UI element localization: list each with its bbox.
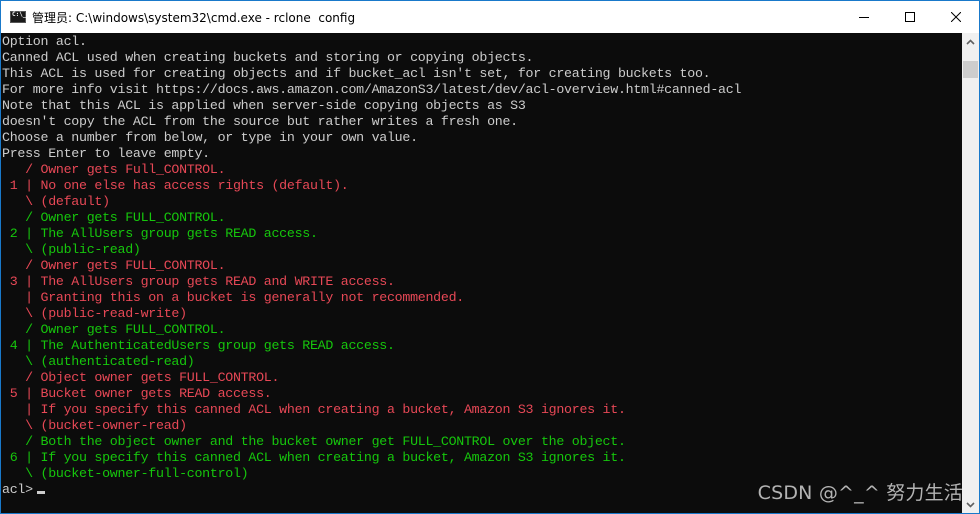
console-line: 6 | If you specify this canned ACL when … [2,450,626,465]
chevron-down-icon [966,501,975,508]
console-line: Note that this ACL is applied when serve… [2,98,526,113]
console-line: 4 | The AuthenticatedUsers group gets RE… [2,338,395,353]
window-title: 管理员: C:\windows\system32\cmd.exe - rclon… [32,10,356,25]
console-line: Choose a number from below, or type in y… [2,130,418,145]
minimize-button[interactable] [841,1,887,33]
vertical-scrollbar[interactable] [962,33,979,513]
console-line: This ACL is used for creating objects an… [2,66,711,81]
prompt-label: acl> [2,482,33,497]
console-line: \ (bucket-owner-read) [2,418,187,433]
minimize-icon [859,17,869,18]
scroll-up-button[interactable] [962,33,979,50]
window-controls [841,1,979,33]
prompt-line[interactable]: acl> [2,482,741,498]
console-line: Option acl. [2,34,87,49]
console-line: \ (default) [2,194,110,209]
console-line: / Owner gets FULL_CONTROL. [2,210,226,225]
console-line: \ (public-read) [2,242,141,257]
console-line: 2 | The AllUsers group gets READ access. [2,226,318,241]
close-icon [951,12,961,22]
console-line: / Owner gets FULL_CONTROL. [2,258,226,273]
console-line: / Owner gets Full_CONTROL. [2,162,226,177]
console-line: \ (authenticated-read) [2,354,195,369]
text-cursor [36,491,45,494]
title-bar[interactable]: 管理员: C:\windows\system32\cmd.exe - rclon… [1,1,979,33]
close-button[interactable] [933,1,979,33]
console-output[interactable]: Option acl. Canned ACL used when creating… [1,33,962,513]
csdn-watermark: CSDN @^_^ 努力生活 [757,482,963,504]
console-line: \ (public-read-write) [2,306,187,321]
cmd-app-icon [10,11,26,23]
console-lines: Option acl. Canned ACL used when creating… [2,34,741,498]
scroll-down-button[interactable] [962,496,979,513]
console-line: / Owner gets FULL_CONTROL. [2,322,226,337]
console-line: 3 | The AllUsers group gets READ and WRI… [2,274,395,289]
console-line: For more info visit https://docs.aws.ama… [2,82,742,97]
console-line: \ (bucket-owner-full-control) [2,466,249,481]
console-line: 5 | Bucket owner gets READ access. [2,386,272,401]
console-line: Canned ACL used when creating buckets an… [2,50,534,65]
maximize-button[interactable] [887,1,933,33]
console-line: 1 | No one else has access rights (defau… [2,178,349,193]
scroll-thumb[interactable] [963,61,978,78]
console-line: Press Enter to leave empty. [2,146,210,161]
console-line: | Granting this on a bucket is generally… [2,290,464,305]
console-line: / Both the object owner and the bucket o… [2,434,626,449]
console-line: doesn't copy the ACL from the source but… [2,114,518,129]
cmd-window: 管理员: C:\windows\system32\cmd.exe - rclon… [0,0,980,514]
maximize-icon [905,12,915,22]
console-line: / Object owner gets FULL_CONTROL. [2,370,280,385]
chevron-up-icon [966,38,975,45]
console-line: | If you specify this canned ACL when cr… [2,402,626,417]
